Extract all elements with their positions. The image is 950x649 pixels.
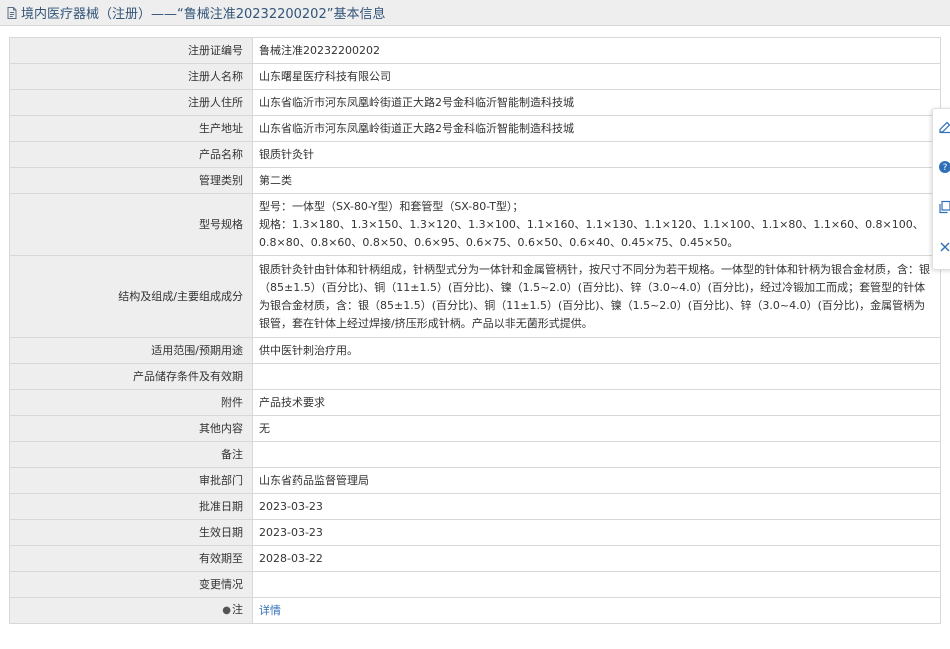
table-row: 管理类别 第二类 (9, 167, 941, 194)
field-label: 型号规格 (9, 193, 253, 256)
field-label: 产品名称 (9, 141, 253, 168)
field-label: 结构及组成/主要组成成分 (9, 255, 253, 338)
field-value: 详情 (252, 597, 941, 624)
table-row: 生产地址 山东省临沂市河东凤凰岭街道正大路2号金科临沂智能制造科技城 (9, 115, 941, 142)
edit-icon[interactable] (937, 119, 950, 135)
field-label: 注册人住所 (9, 89, 253, 116)
field-value: 山东曙星医疗科技有限公司 (252, 63, 941, 90)
table-row: ●注 详情 (9, 597, 941, 624)
field-value: 银质针灸针由针体和针柄组成，针柄型式分为一体针和金属管柄针，按尺寸不同分为若干规… (252, 255, 941, 338)
field-value: 银质针灸针 (252, 141, 941, 168)
field-value: 型号：一体型（SX-80-Y型）和套管型（SX-80-T型）； 规格：1.3×1… (252, 193, 941, 256)
info-table: 注册证编号 鲁械注准20232200202 注册人名称 山东曙星医疗科技有限公司… (9, 37, 941, 624)
table-row: 附件 产品技术要求 (9, 389, 941, 416)
field-label: 审批部门 (9, 467, 253, 494)
field-value: 供中医针刺治疗用。 (252, 337, 941, 364)
table-row: 产品名称 银质针灸针 (9, 141, 941, 168)
field-label: ●注 (9, 597, 253, 624)
field-label: 其他内容 (9, 415, 253, 442)
field-value: 鲁械注准20232200202 (252, 37, 941, 64)
table-row: 备注 (9, 441, 941, 468)
side-toolbar: ? (932, 108, 950, 270)
field-label: 生产地址 (9, 115, 253, 142)
page-title: 境内医疗器械（注册）——“鲁械注准20232200202”基本信息 (21, 7, 386, 22)
table-row: 其他内容 无 (9, 415, 941, 442)
close-icon[interactable] (937, 239, 950, 255)
copy-icon[interactable] (937, 199, 950, 215)
spec-line: 规格：1.3×180、1.3×150、1.3×120、1.3×100、1.1×1… (259, 217, 924, 249)
svg-text:?: ? (943, 163, 948, 173)
field-label: 注册人名称 (9, 63, 253, 90)
field-label: 产品储存条件及有效期 (9, 363, 253, 390)
document-icon (5, 6, 19, 20)
field-label: 有效期至 (9, 545, 253, 572)
table-row: 注册人住所 山东省临沂市河东凤凰岭街道正大路2号金科临沂智能制造科技城 (9, 89, 941, 116)
field-label: 变更情况 (9, 571, 253, 598)
field-label: 附件 (9, 389, 253, 416)
page-header: 境内医疗器械（注册）——“鲁械注准20232200202”基本信息 (0, 0, 950, 26)
table-row: 产品储存条件及有效期 (9, 363, 941, 390)
help-icon[interactable]: ? (937, 159, 950, 175)
field-value: 山东省临沂市河东凤凰岭街道正大路2号金科临沂智能制造科技城 (252, 89, 941, 116)
table-row: 适用范围/预期用途 供中医针刺治疗用。 (9, 337, 941, 364)
field-label: 批准日期 (9, 493, 253, 520)
table-row: 生效日期 2023-03-23 (9, 519, 941, 546)
field-label: 生效日期 (9, 519, 253, 546)
table-row: 审批部门 山东省药品监督管理局 (9, 467, 941, 494)
field-value: 第二类 (252, 167, 941, 194)
field-label: 注册证编号 (9, 37, 253, 64)
note-label: 注 (232, 603, 243, 616)
field-value: 山东省临沂市河东凤凰岭街道正大路2号金科临沂智能制造科技城 (252, 115, 941, 142)
table-row: 注册人名称 山东曙星医疗科技有限公司 (9, 63, 941, 90)
field-value (252, 441, 941, 468)
field-value: 无 (252, 415, 941, 442)
field-value (252, 571, 941, 598)
field-label: 备注 (9, 441, 253, 468)
table-row: 结构及组成/主要组成成分 银质针灸针由针体和针柄组成，针柄型式分为一体针和金属管… (9, 255, 941, 338)
table-row: 批准日期 2023-03-23 (9, 493, 941, 520)
table-row: 有效期至 2028-03-22 (9, 545, 941, 572)
field-value: 2028-03-22 (252, 545, 941, 572)
field-value (252, 363, 941, 390)
field-label: 管理类别 (9, 167, 253, 194)
details-link[interactable]: 详情 (259, 604, 281, 617)
table-row: 型号规格 型号：一体型（SX-80-Y型）和套管型（SX-80-T型）； 规格：… (9, 193, 941, 256)
table-row: 变更情况 (9, 571, 941, 598)
field-value: 2023-03-23 (252, 493, 941, 520)
field-value: 产品技术要求 (252, 389, 941, 416)
table-row: 注册证编号 鲁械注准20232200202 (9, 37, 941, 64)
pin-icon: ● (222, 605, 231, 616)
field-value: 山东省药品监督管理局 (252, 467, 941, 494)
field-label: 适用范围/预期用途 (9, 337, 253, 364)
field-value: 2023-03-23 (252, 519, 941, 546)
model-line: 型号：一体型（SX-80-Y型）和套管型（SX-80-T型）； (259, 199, 524, 213)
